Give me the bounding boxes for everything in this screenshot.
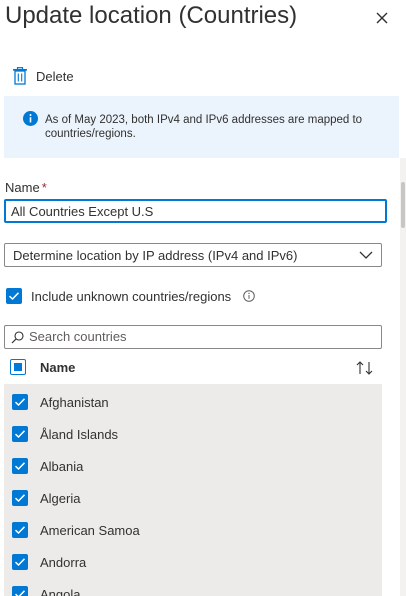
- country-name: Albania: [40, 459, 84, 474]
- list-item[interactable]: Algeria: [4, 481, 382, 513]
- list-item[interactable]: Andorra: [4, 545, 382, 577]
- location-method-dropdown[interactable]: Determine location by IP address (IPv4 a…: [4, 243, 382, 267]
- list-item[interactable]: Albania: [4, 449, 382, 481]
- scrollbar-thumb[interactable]: [401, 182, 405, 228]
- countries-list: Afghanistan Åland Islands Albania Algeri…: [4, 384, 382, 596]
- info-message-bar: As of May 2023, both IPv4 and IPv6 addre…: [4, 96, 399, 158]
- checkbox-checked[interactable]: [12, 586, 28, 596]
- checkbox-checked[interactable]: [6, 288, 22, 304]
- name-field-label: Name *: [5, 180, 47, 195]
- location-method-value: Determine location by IP address (IPv4 a…: [13, 248, 298, 263]
- country-name: Algeria: [40, 491, 81, 506]
- country-name: American Samoa: [40, 523, 140, 538]
- country-name: Åland Islands: [40, 427, 119, 442]
- name-label-text: Name: [5, 180, 40, 195]
- country-name: Afghanistan: [40, 395, 109, 410]
- country-name: Andorra: [40, 555, 87, 570]
- chevron-down-icon: [359, 251, 373, 259]
- checkbox-checked[interactable]: [12, 522, 28, 538]
- search-countries-box[interactable]: [4, 325, 382, 349]
- checkbox-checked[interactable]: [12, 554, 28, 570]
- checkbox-checked[interactable]: [12, 394, 28, 410]
- column-header-name[interactable]: Name: [40, 360, 75, 375]
- name-input[interactable]: [4, 199, 387, 223]
- list-item[interactable]: Angola: [4, 577, 382, 596]
- checkbox-checked[interactable]: [12, 426, 28, 442]
- select-all-checkbox[interactable]: [10, 359, 26, 375]
- delete-button[interactable]: Delete: [12, 66, 74, 86]
- info-message-text: As of May 2023, both IPv4 and IPv6 addre…: [45, 114, 363, 140]
- table-header: Name: [4, 355, 382, 383]
- info-tooltip-icon[interactable]: [243, 290, 255, 302]
- trash-icon: [13, 67, 27, 85]
- list-item[interactable]: Åland Islands: [4, 417, 382, 449]
- required-mark: *: [41, 180, 47, 195]
- info-icon: [23, 111, 38, 126]
- delete-label: Delete: [36, 68, 74, 84]
- search-input[interactable]: [29, 328, 369, 344]
- list-item[interactable]: American Samoa: [4, 513, 382, 545]
- search-icon: [11, 331, 24, 344]
- sort-icon[interactable]: [356, 361, 374, 375]
- panel-title: Update location (Countries): [5, 2, 298, 29]
- country-name: Angola: [40, 587, 81, 596]
- include-unknown-label: Include unknown countries/regions: [31, 289, 232, 304]
- checkbox-checked[interactable]: [12, 458, 28, 474]
- checkbox-checked[interactable]: [12, 490, 28, 506]
- list-item[interactable]: Afghanistan: [4, 385, 382, 417]
- close-icon[interactable]: [372, 8, 392, 28]
